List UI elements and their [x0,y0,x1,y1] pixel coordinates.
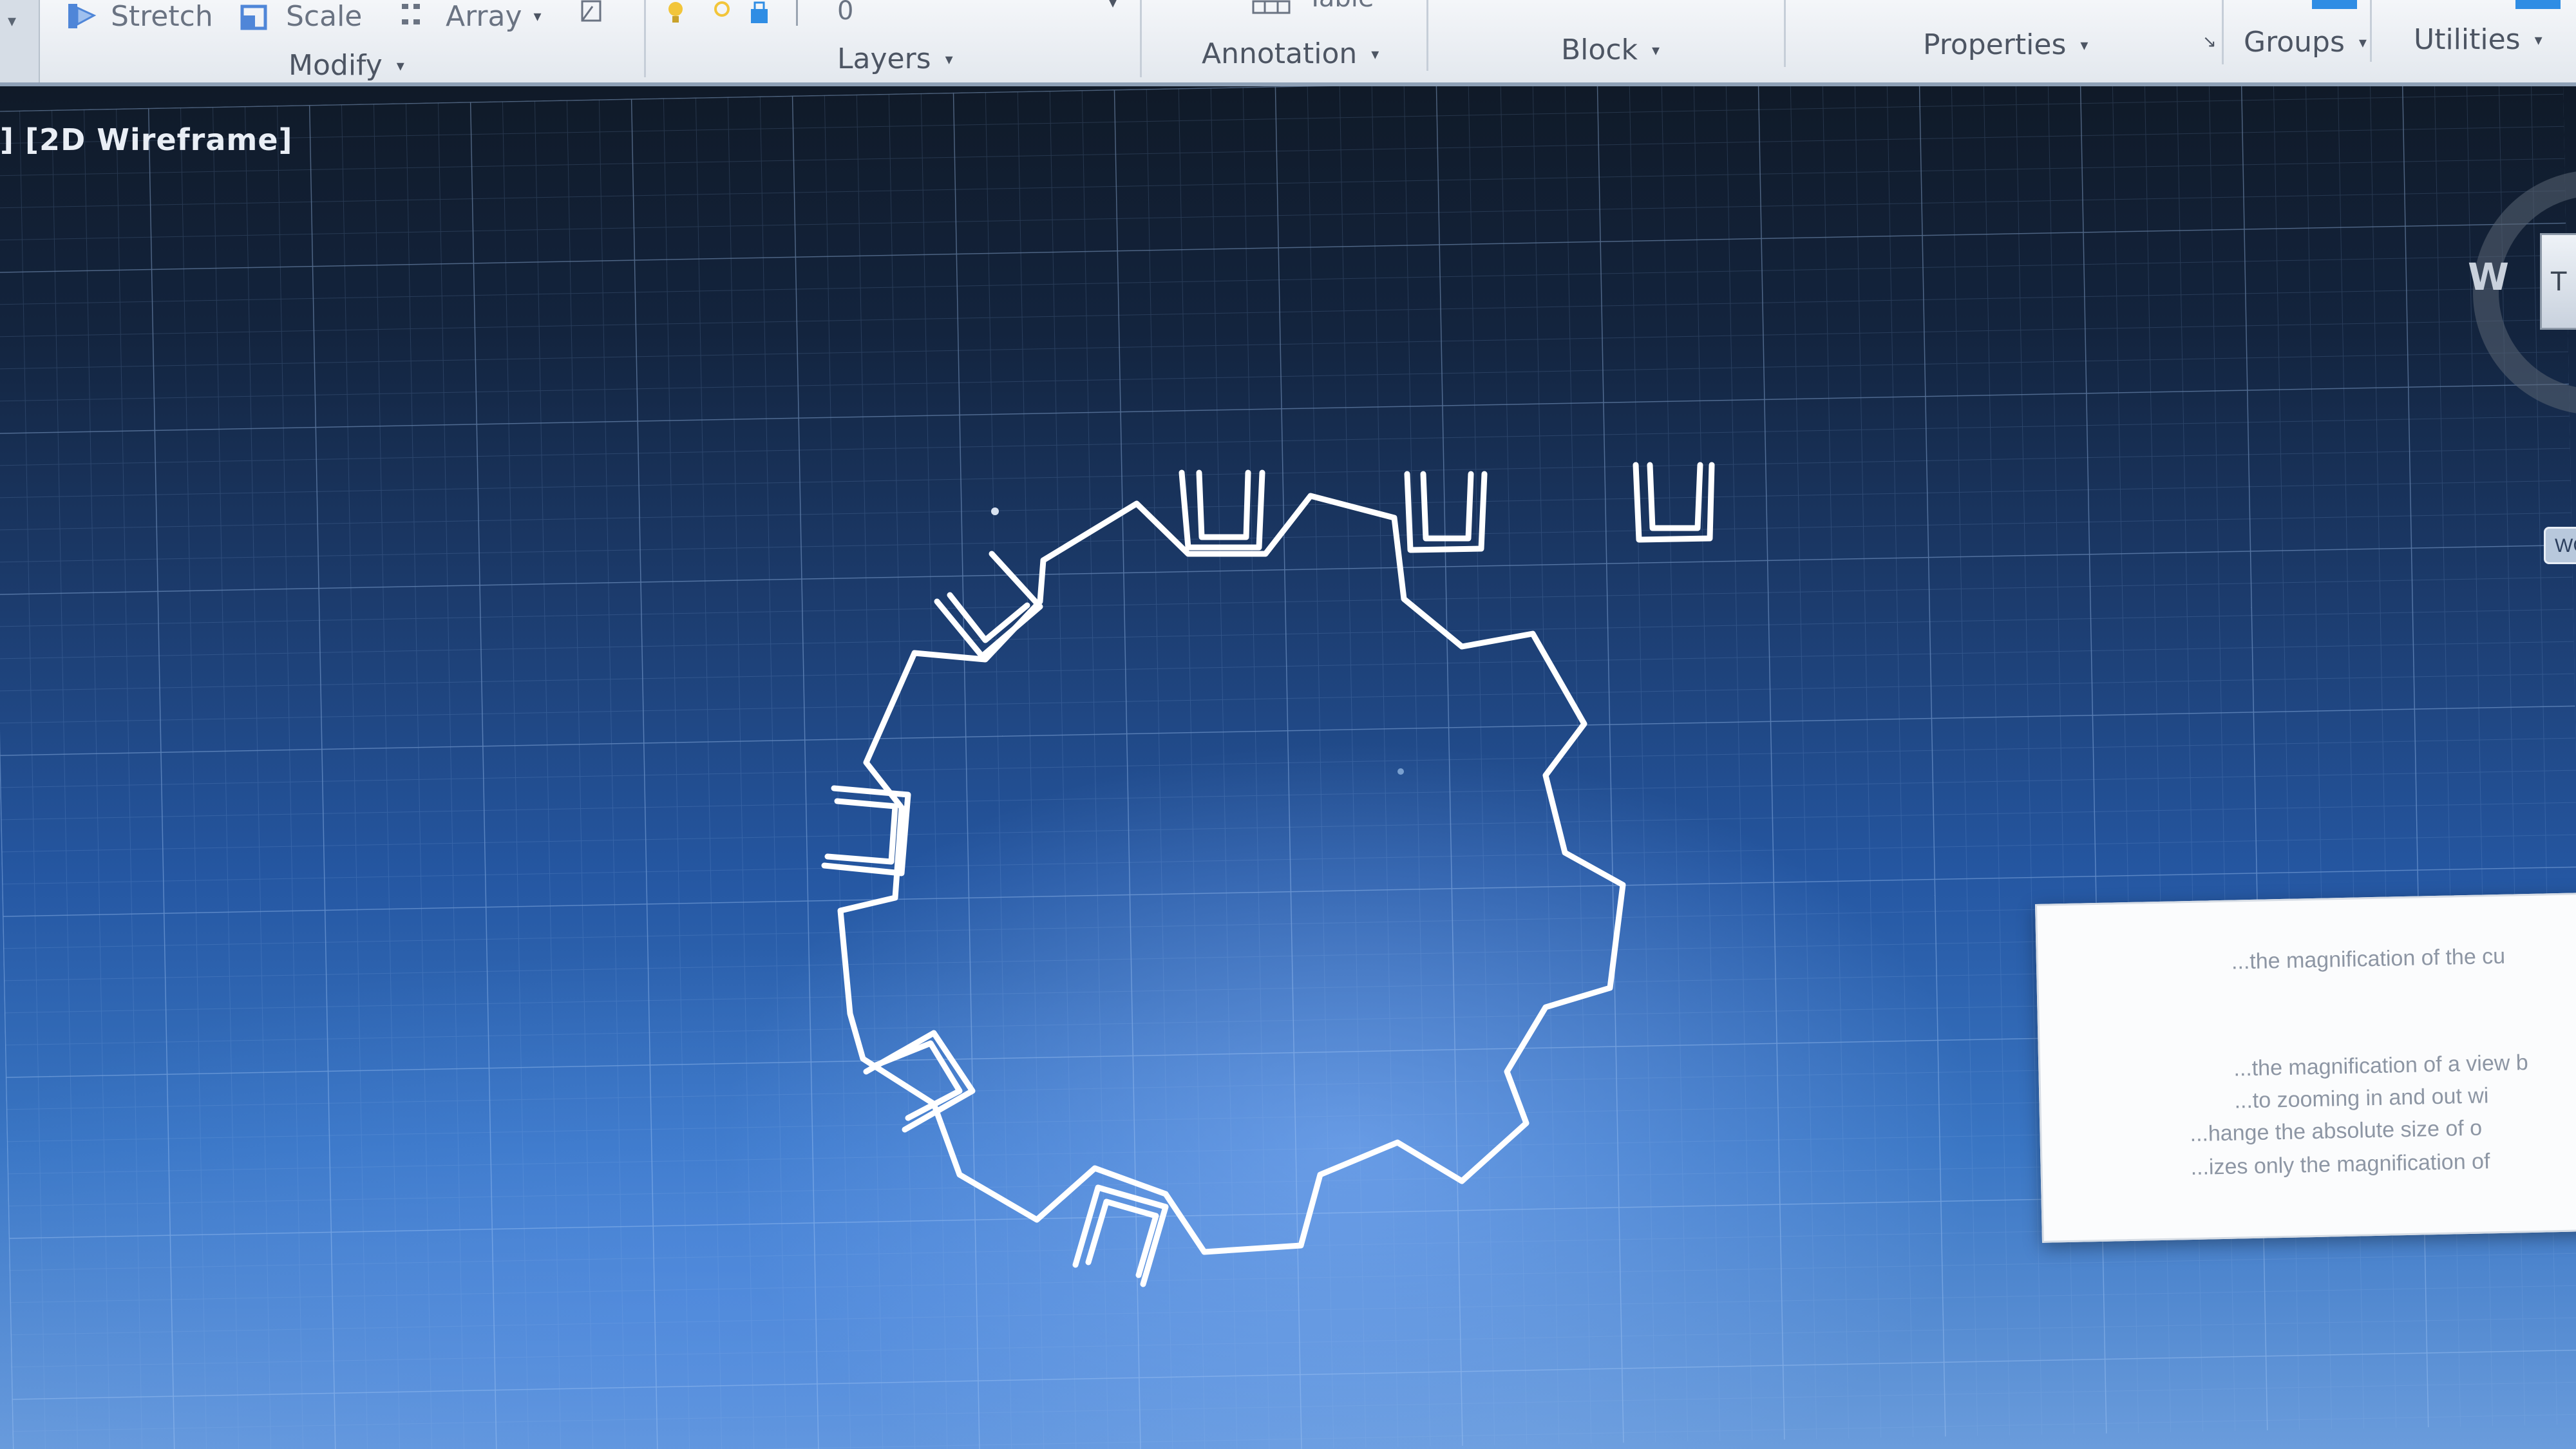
panel-layers-label: Layers [837,43,931,75]
panel-divider [644,0,646,77]
stretch-label: Stretch [111,0,213,33]
tooltip-line: ...the magnification of the cu [2231,943,2506,974]
autocad-window: ▾ Stretch Scale Array ▾ Modify ▾ 0 Layer… [0,0,2576,1449]
dialog-launcher-icon[interactable]: ↘ [2202,32,2217,52]
panel-properties-label: Properties [1923,28,2067,61]
panel-block-label: Block [1561,33,1638,66]
panel-divider [1784,0,1786,67]
table-icon[interactable] [1252,0,1291,14]
ribbon: ▾ Stretch Scale Array ▾ Modify ▾ 0 Layer… [0,0,2576,86]
panel-block[interactable]: Block ▾ [1561,33,1660,66]
measure-tool-icon[interactable] [2515,0,2561,9]
lock-icon[interactable] [747,0,772,26]
table-button-label[interactable]: Table [1307,0,1374,13]
panel-utilities-label: Utilities [2414,23,2521,56]
panel-divider [1140,0,1142,77]
zoom-tooltip: ...the magnification of the cu ...the ma… [2035,892,2576,1243]
array-label: Array [446,0,522,33]
layer-dropdown-icon[interactable]: ▾ [1109,0,1117,12]
chevron-down-icon: ▾ [1652,41,1660,59]
viewcube-west-label[interactable]: W [2468,255,2509,299]
stretch-button[interactable]: Stretch [64,0,213,33]
layer-swatch-divider [796,0,798,26]
panel-annotation[interactable]: Annotation ▾ [1202,37,1379,70]
viewcube-top-face[interactable]: T [2540,233,2576,330]
drawing-viewport[interactable]: ] [2D Wireframe] W T WC ...the magnifica… [0,86,2576,1449]
chevron-down-icon: ▾ [1371,44,1379,63]
ribbon-collapse-strip[interactable]: ▾ [0,0,40,82]
drawing-point[interactable] [991,507,999,515]
viewport-controls-label[interactable]: ] [2D Wireframe] [0,122,293,157]
scale-button[interactable]: Scale [240,0,363,33]
chevron-down-icon: ▾ [2534,30,2543,49]
chevron-down-icon: ▾ [945,50,953,68]
lightbulb-icon[interactable] [663,0,688,26]
panel-groups-label: Groups [2244,26,2345,59]
array-dropdown-icon[interactable]: ▾ [534,7,542,25]
tooltip-line: ...izes only the magnification of [2190,1149,2490,1180]
stretch-icon [68,4,97,28]
panel-modify-label: Modify [289,49,383,82]
scale-icon [240,5,267,30]
scale-label: Scale [286,0,363,33]
array-icon [402,4,420,24]
panel-divider [2370,0,2372,62]
current-layer-value[interactable]: 0 [837,0,853,26]
sun-freeze-icon[interactable] [710,0,734,26]
chevron-down-icon: ▾ [2358,33,2367,52]
drawing-point[interactable] [1397,768,1404,775]
panel-layers[interactable]: Layers ▾ [837,43,953,75]
array-button[interactable]: Array ▾ [399,0,542,33]
panel-modify[interactable]: Modify ▾ [289,49,404,82]
group-tool-icon[interactable] [2312,0,2357,9]
panel-annotation-label: Annotation [1202,37,1358,70]
tooltip-line: ...the magnification of a view b [2233,1050,2529,1081]
match-properties-icon[interactable] [580,0,604,26]
wcs-menu-button[interactable]: WC [2544,527,2576,564]
drawing-grid [0,86,2576,1449]
chevron-down-icon: ▾ [396,56,404,75]
chevron-down-icon: ▾ [2080,35,2088,54]
tooltip-line: ...hange the absolute size of o [2190,1115,2483,1147]
panel-properties[interactable]: Properties ▾ [1923,28,2088,61]
panel-groups[interactable]: Groups ▾ [2244,26,2367,59]
panel-divider [1426,0,1428,71]
panel-divider [2222,0,2224,64]
chevron-down-icon[interactable]: ▾ [8,12,16,31]
tooltip-line: ...to zooming in and out wi [2234,1083,2489,1113]
panel-utilities[interactable]: Utilities ▾ [2414,23,2543,56]
